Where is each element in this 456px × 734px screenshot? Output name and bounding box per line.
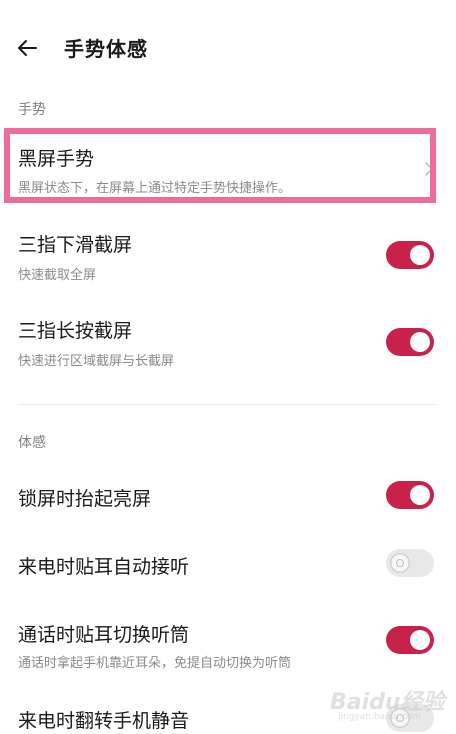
toggle-knob	[410, 485, 430, 505]
toggle-knob	[410, 630, 430, 650]
toggle-knob	[410, 245, 430, 265]
section-divider	[18, 404, 436, 405]
toggle-knob	[390, 708, 410, 728]
setting-row-switch-earpiece: 通话时贴耳切换听筒 通话时拿起手机靠近耳朵，免提自动切换为听筒	[0, 606, 456, 678]
setting-row-three-finger-hold: 三指长按截屏 快速进行区域截屏与长截屏	[0, 304, 456, 384]
toggle-switch-flip-to-mute[interactable]	[386, 704, 434, 732]
back-button[interactable]	[12, 32, 44, 64]
setting-subtitle: 快速进行区域截屏与长截屏	[18, 354, 175, 369]
setting-subtitle: 黑屏状态下，在屏幕上通过特定手势快捷操作。	[18, 181, 292, 196]
section-label-gesture: 手势	[18, 102, 46, 118]
page-title: 手势体感	[64, 37, 148, 61]
setting-title: 三指长按截屏	[18, 320, 133, 342]
setting-subtitle: 快速截取全屏	[18, 268, 97, 283]
toggle-switch-auto-answer[interactable]	[386, 549, 434, 577]
toggle-switch-switch-earpiece[interactable]	[386, 626, 434, 654]
toggle-knob	[410, 332, 430, 352]
header: 手势体感	[0, 0, 456, 96]
setting-title: 黑屏手势	[18, 148, 95, 170]
setting-title: 通话时贴耳切换听筒	[18, 624, 190, 646]
toggle-switch-three-finger-swipe[interactable]	[386, 241, 434, 269]
setting-row-three-finger-swipe: 三指下滑截屏 快速截取全屏	[0, 216, 456, 296]
setting-row-auto-answer: 来电时贴耳自动接听	[0, 540, 456, 592]
section-label-motion: 体感	[18, 435, 46, 451]
setting-row-flip-to-mute: 来电时翻转手机静音	[0, 690, 456, 734]
setting-title: 三指下滑截屏	[18, 234, 133, 256]
setting-title: 来电时翻转手机静音	[18, 710, 190, 732]
setting-row-screen-off-gesture[interactable]: 黑屏手势 黑屏状态下，在屏幕上通过特定手势快捷操作。	[0, 132, 456, 204]
toggle-switch-three-finger-hold[interactable]	[386, 328, 434, 356]
setting-title: 来电时贴耳自动接听	[18, 556, 190, 578]
setting-subtitle: 通话时拿起手机靠近耳朵，免提自动切换为听筒	[18, 656, 292, 671]
toggle-switch-raise-to-wake[interactable]	[386, 481, 434, 509]
chevron-right-icon	[425, 162, 433, 176]
setting-title: 锁屏时抬起亮屏	[18, 488, 152, 510]
setting-row-raise-to-wake: 锁屏时抬起亮屏	[0, 470, 456, 522]
toggle-knob	[390, 553, 410, 573]
arrow-left-icon	[18, 40, 37, 56]
